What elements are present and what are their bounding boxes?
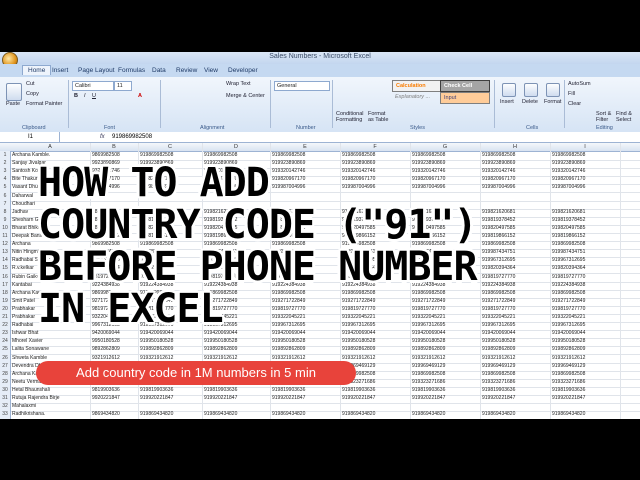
bold-button[interactable]: B (74, 93, 78, 99)
tab-data[interactable]: Data (152, 67, 166, 74)
tab-view[interactable]: View (204, 67, 218, 74)
styles-group-label: Styles (410, 125, 425, 131)
font-name-select[interactable]: Calibri (72, 81, 114, 91)
group-divider (564, 80, 565, 128)
column-header[interactable]: B (90, 143, 138, 151)
wrap-text-button[interactable]: Wrap Text (226, 81, 251, 87)
format-cells-icon[interactable] (546, 83, 560, 97)
cell[interactable]: 919869434820 (204, 410, 270, 419)
tab-insert[interactable]: Insert (52, 67, 68, 74)
cell[interactable]: 919869434820 (342, 410, 410, 419)
style-calculation[interactable]: Calculation (392, 80, 442, 92)
column-header[interactable]: D (202, 143, 270, 151)
subtitle-banner: Add country code in 1M numbers in 5 min (36, 361, 356, 385)
video-title: HOW TO ADD COUNTRY CODE ("91") BEFORE PH… (38, 160, 478, 332)
formula-input[interactable]: 919869982508 (112, 132, 152, 142)
tab-home[interactable]: Home (22, 65, 52, 75)
format-painter-button[interactable]: Format Painter (26, 101, 62, 107)
format-as-table-button[interactable]: Format as Table (368, 111, 390, 123)
row-header[interactable]: 33 (0, 410, 11, 419)
tab-review[interactable]: Review (176, 67, 197, 74)
delete-cells-button[interactable]: Delete (522, 99, 538, 105)
cell[interactable]: 919869434820 (412, 410, 480, 419)
copy-button[interactable]: Copy (26, 91, 39, 97)
insert-function-icon[interactable]: fx (100, 132, 105, 142)
group-divider (160, 80, 161, 128)
tab-page-layout[interactable]: Page Layout (78, 67, 115, 74)
clipboard-group-label: Clipboard (22, 125, 46, 131)
style-input[interactable]: Input (440, 92, 490, 104)
conditional-formatting-button[interactable]: Conditional Formatting (336, 111, 366, 123)
column-header[interactable]: I (550, 143, 620, 151)
group-divider (68, 80, 69, 128)
font-group-label: Font (104, 125, 116, 131)
group-divider (332, 80, 333, 128)
sort-filter-button[interactable]: Sort & Filter (596, 111, 614, 123)
title-bar: Sales Numbers - Microsoft Excel (0, 52, 640, 68)
paste-icon[interactable] (6, 83, 22, 101)
font-color-icon[interactable]: A (138, 93, 142, 99)
style-explanatory[interactable]: Explanatory ... (392, 92, 440, 102)
cell[interactable]: 9869434820 (92, 410, 138, 419)
paste-button[interactable]: Paste (6, 101, 20, 107)
autosum-button[interactable]: AutoSum (568, 81, 591, 87)
cells-group-label: Cells (526, 125, 539, 131)
style-check-cell[interactable]: Check Cell (440, 80, 490, 92)
cell[interactable]: Radhikrishana. (12, 410, 90, 419)
find-select-button[interactable]: Find & Select (616, 111, 638, 123)
cell[interactable]: 919869434820 (272, 410, 340, 419)
cell[interactable]: 919869434820 (482, 410, 550, 419)
column-header[interactable]: H (480, 143, 550, 151)
column-header[interactable]: C (138, 143, 202, 151)
group-divider (270, 80, 271, 128)
cell[interactable]: 919869434820 (140, 410, 202, 419)
name-box[interactable]: I1 (0, 132, 60, 142)
tab-developer[interactable]: Developer (228, 67, 258, 74)
tab-formulas[interactable]: Formulas (118, 67, 145, 74)
font-size-select[interactable]: 11 (114, 81, 132, 91)
underline-button[interactable]: U (92, 93, 96, 99)
format-cells-button[interactable]: Format (544, 99, 561, 105)
table-row: 33 Radhikrishana. 9869434820 919869434820 91… (0, 410, 640, 419)
fill-button[interactable]: Fill (568, 91, 575, 97)
editing-group-label: Editing (596, 125, 613, 131)
alignment-group-label: Alignment (200, 125, 225, 131)
column-header[interactable]: G (410, 143, 480, 151)
formula-bar: I1 fx 919869982508 (0, 132, 640, 143)
insert-cells-icon[interactable] (502, 83, 516, 97)
ribbon: Paste Cut Copy Format Painter Clipboard … (0, 77, 640, 133)
ribbon-tabs: Home Insert Page Layout Formulas Data Re… (0, 64, 640, 78)
clear-button[interactable]: Clear (568, 101, 581, 107)
insert-cells-button[interactable]: Insert (500, 99, 514, 105)
group-divider (494, 80, 495, 128)
cell[interactable]: 919869434820 (552, 410, 620, 419)
column-header[interactable]: F (340, 143, 410, 151)
column-header[interactable]: A (10, 143, 90, 151)
delete-cells-icon[interactable] (524, 83, 538, 97)
merge-center-button[interactable]: Merge & Center (226, 93, 265, 99)
italic-button[interactable]: I (84, 93, 86, 99)
number-format-select[interactable]: General (274, 81, 330, 91)
window-title: Sales Numbers - Microsoft Excel (269, 53, 371, 60)
number-group-label: Number (296, 125, 316, 131)
cut-button[interactable]: Cut (26, 81, 35, 87)
column-header[interactable]: E (270, 143, 340, 151)
